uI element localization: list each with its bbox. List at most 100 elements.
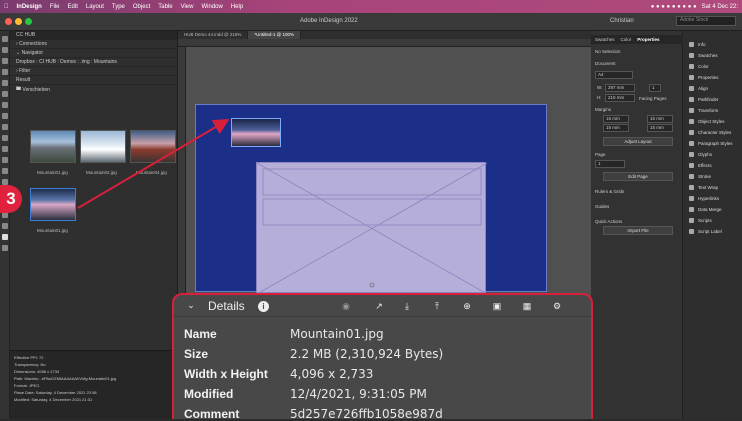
tab-document-active[interactable]: *Untitled-1 @ 100% bbox=[248, 31, 301, 39]
pen-tool-icon[interactable] bbox=[1, 113, 8, 119]
dock-script-label[interactable]: Script Label bbox=[683, 226, 742, 237]
direct-selection-tool-icon[interactable] bbox=[1, 47, 8, 53]
menu-app-name[interactable]: InDesign bbox=[17, 4, 42, 10]
close-window-button[interactable] bbox=[5, 18, 12, 25]
menu-view[interactable]: View bbox=[181, 4, 194, 10]
dock-info[interactable]: Info bbox=[683, 39, 742, 50]
dock-transform[interactable]: Transform bbox=[683, 105, 742, 116]
pencil-tool-icon[interactable] bbox=[1, 124, 8, 130]
stock-search-input[interactable]: Adobe Stock bbox=[676, 16, 736, 26]
scissors-tool-icon[interactable] bbox=[1, 157, 8, 163]
gear-icon[interactable]: ⚙ bbox=[552, 301, 562, 311]
menu-edit[interactable]: Edit bbox=[68, 4, 78, 10]
menu-window[interactable]: Window bbox=[201, 4, 222, 10]
clock[interactable]: Sat 4 Dec 22: bbox=[702, 4, 738, 10]
free-transform-tool-icon[interactable] bbox=[1, 168, 8, 174]
trash-icon[interactable]: ▦ bbox=[522, 301, 532, 311]
width-field[interactable]: 297 mm bbox=[605, 84, 635, 92]
dock-effects[interactable]: Effects bbox=[683, 160, 742, 171]
zoom-tool-icon[interactable] bbox=[1, 223, 8, 229]
chevron-down-icon[interactable]: ⌄ bbox=[186, 300, 196, 310]
asset-thumbnail[interactable] bbox=[80, 130, 126, 163]
minimize-window-button[interactable] bbox=[15, 18, 22, 25]
dock-glyphs[interactable]: Glyphs bbox=[683, 149, 742, 160]
page-size-select[interactable]: A4 bbox=[595, 71, 633, 79]
margin-top-field[interactable]: 15 mm bbox=[603, 115, 629, 123]
asset-thumbnail[interactable] bbox=[130, 130, 176, 163]
pages-field[interactable]: 1 bbox=[649, 84, 661, 92]
menu-file[interactable]: File bbox=[50, 4, 60, 10]
page-number-select[interactable]: 1 bbox=[595, 160, 625, 168]
selection-tool-icon[interactable] bbox=[1, 36, 8, 42]
height-field[interactable]: 210 mm bbox=[605, 94, 635, 102]
panel-header-label[interactable]: CC HUB bbox=[16, 32, 35, 38]
dock-hyperlinks[interactable]: Hyperlinks bbox=[683, 193, 742, 204]
type-tool-icon[interactable] bbox=[1, 91, 8, 97]
info-icon[interactable]: i bbox=[258, 301, 269, 312]
upload-icon[interactable]: ⤒ bbox=[432, 301, 442, 311]
dock-properties[interactable]: Properties bbox=[683, 72, 742, 83]
navigator-row[interactable]: ⌄ Navigator bbox=[10, 49, 177, 58]
asset-thumbnail[interactable] bbox=[30, 130, 76, 163]
dock-pathfinder[interactable]: Pathfinder bbox=[683, 94, 742, 105]
view-icon[interactable]: ◉ bbox=[341, 301, 351, 311]
dock-object-styles[interactable]: Object Styles bbox=[683, 116, 742, 127]
dock-data-merge[interactable]: Data Merge bbox=[683, 204, 742, 215]
dock-label: Text Wrap bbox=[698, 185, 719, 190]
dock-paragraph-styles[interactable]: Paragraph Styles bbox=[683, 138, 742, 149]
dock-scripts[interactable]: Scripts bbox=[683, 215, 742, 226]
edit-page-button[interactable]: Edit Page bbox=[603, 172, 673, 181]
dock-align[interactable]: Align bbox=[683, 83, 742, 94]
status-icons[interactable]: ● ● ● ● ● ● ● ● ● bbox=[651, 4, 697, 10]
menubar-status-area: ● ● ● ● ● ● ● ● ● Sat 4 Dec 22: bbox=[651, 4, 742, 10]
dock-swatches[interactable]: Swatches bbox=[683, 50, 742, 61]
line-tool-icon[interactable] bbox=[1, 102, 8, 108]
breadcrumb[interactable]: Dropbox : CI HUB : Demos : .img : Mounta… bbox=[10, 58, 177, 67]
fill-stroke-icon[interactable] bbox=[1, 234, 8, 240]
info-place-date: Place Date: Saturday, 4 December 2021 22… bbox=[14, 390, 97, 395]
tab-swatches[interactable]: Swatches bbox=[595, 37, 615, 42]
tab-color[interactable]: Color bbox=[621, 37, 632, 42]
dock-color[interactable]: Color bbox=[683, 61, 742, 72]
open-external-icon[interactable]: ↗ bbox=[374, 301, 384, 311]
menu-layout[interactable]: Layout bbox=[86, 4, 104, 10]
download-icon[interactable]: ⤓ bbox=[402, 301, 412, 311]
placeholder-frame[interactable] bbox=[256, 162, 487, 294]
menu-help[interactable]: Help bbox=[231, 4, 243, 10]
facing-pages-checkbox[interactable]: Facing Pages bbox=[639, 96, 667, 101]
menu-type[interactable]: Type bbox=[112, 4, 125, 10]
menu-object[interactable]: Object bbox=[133, 4, 150, 10]
user-name[interactable]: Christian bbox=[610, 18, 634, 24]
document-page[interactable] bbox=[195, 104, 547, 294]
tab-document[interactable]: HUB Demo 44.indd @ 218% bbox=[178, 31, 249, 39]
margin-left-field[interactable]: 15 mm bbox=[647, 115, 673, 123]
connections-row[interactable]: › Connections bbox=[10, 40, 177, 49]
dock-text-wrap[interactable]: Text Wrap bbox=[683, 182, 742, 193]
gap-tool-icon[interactable] bbox=[1, 69, 8, 75]
zoom-window-button[interactable] bbox=[25, 18, 32, 25]
rectangle-tool-icon[interactable] bbox=[1, 146, 8, 152]
horizontal-ruler[interactable] bbox=[178, 39, 591, 47]
dock-stroke[interactable]: Stroke bbox=[683, 171, 742, 182]
placed-image[interactable] bbox=[231, 118, 281, 147]
asset-thumbnail-selected[interactable] bbox=[30, 188, 76, 221]
zoom-icon[interactable]: ⊕ bbox=[462, 301, 472, 311]
import-file-button[interactable]: Import File bbox=[603, 226, 673, 235]
apple-icon[interactable]:  bbox=[4, 4, 9, 10]
dock-character-styles[interactable]: Character Styles bbox=[683, 127, 742, 138]
menu-table[interactable]: Table bbox=[158, 4, 172, 10]
screen-mode-icon[interactable] bbox=[1, 245, 8, 251]
rectangle-frame-tool-icon[interactable] bbox=[1, 135, 8, 141]
page-tool-icon[interactable] bbox=[1, 58, 8, 64]
content-collector-icon[interactable] bbox=[1, 80, 8, 86]
margin-right-field[interactable]: 15 mm bbox=[647, 124, 673, 132]
dock-label: Scripts bbox=[698, 218, 712, 223]
folder-row[interactable]: 🖿 Verschieben bbox=[10, 85, 177, 94]
adjust-layout-button[interactable]: Adjust Layout bbox=[603, 137, 673, 146]
margin-bottom-field[interactable]: 15 mm bbox=[603, 124, 629, 132]
details-title[interactable]: Details bbox=[208, 299, 245, 313]
lock-icon[interactable]: ▣ bbox=[492, 301, 502, 311]
filter-row[interactable]: › Filter bbox=[10, 67, 177, 76]
tab-properties[interactable]: Properties bbox=[637, 37, 659, 42]
transform-icon bbox=[689, 108, 694, 113]
